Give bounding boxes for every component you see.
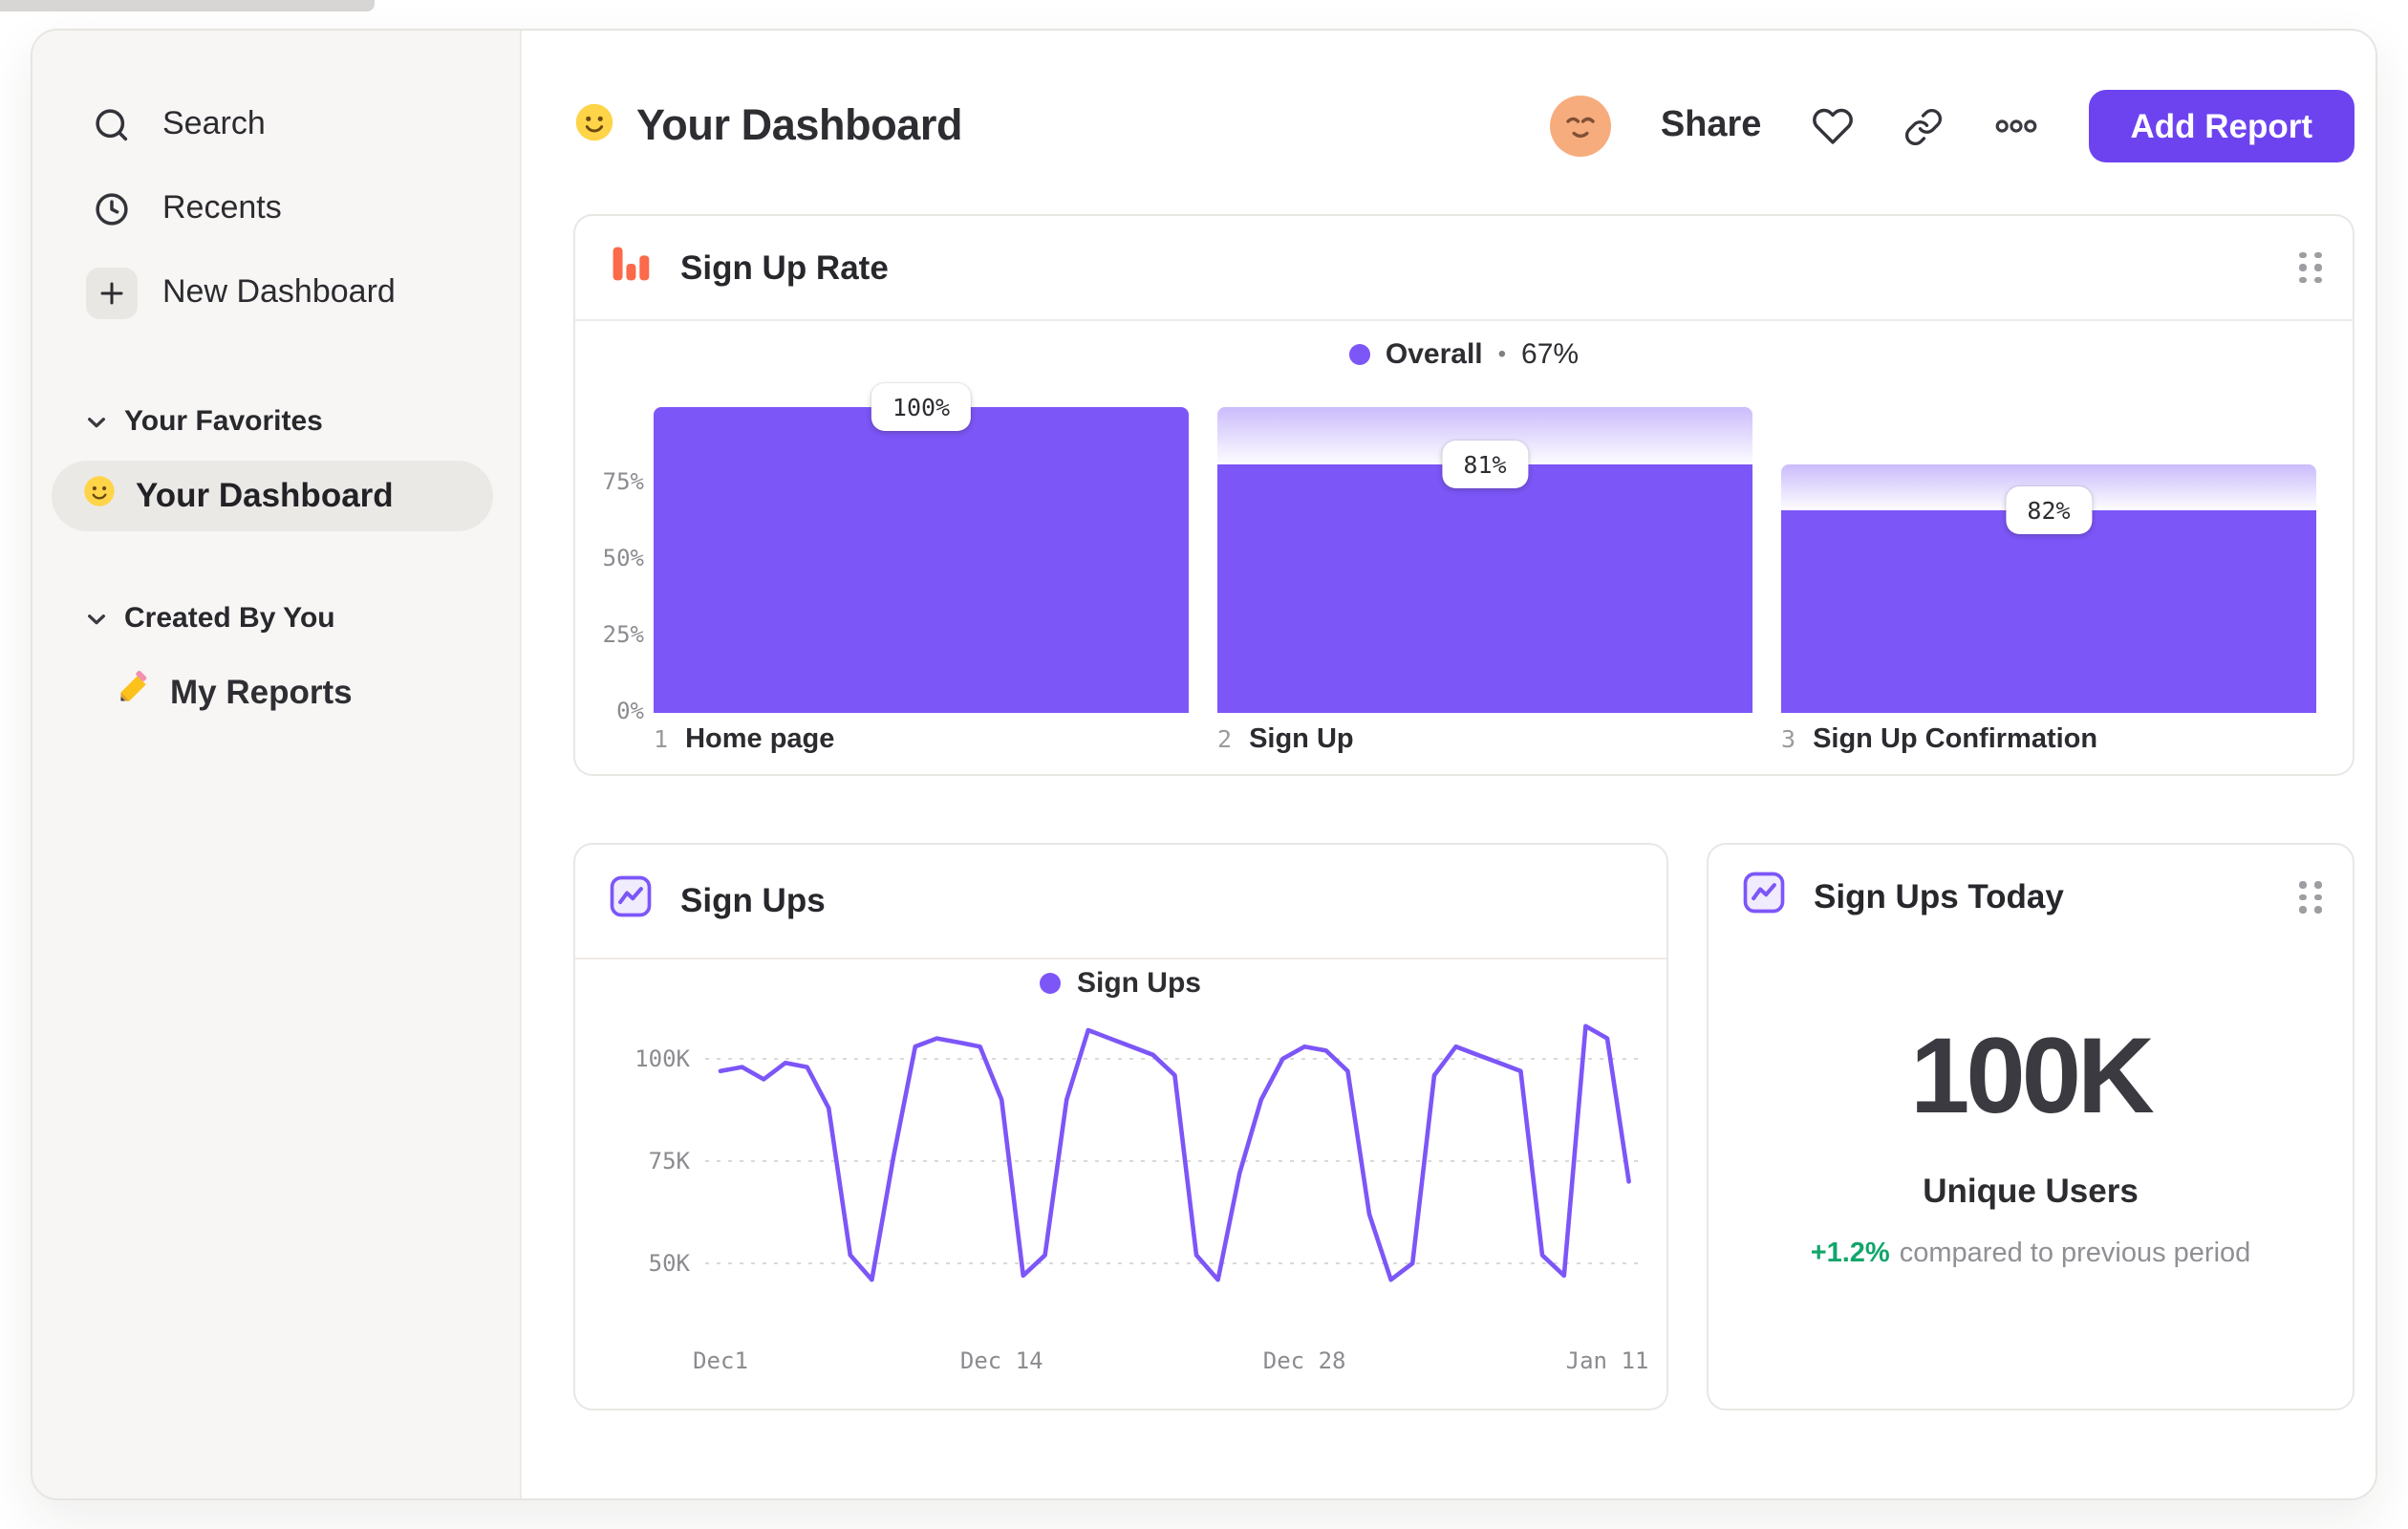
section-title: Your Favorites [124, 404, 323, 437]
sidebar-item-label: Your Dashboard [136, 476, 394, 514]
funnel-bar[interactable] [654, 407, 1189, 713]
funnel-bar[interactable] [1781, 509, 2316, 713]
funnel-chart: 75% 50% 25% 0% 100% 1 Home page 81% 2 Sign Up 82% 3… [575, 383, 2353, 774]
funnel-y-tick: 0% [616, 698, 644, 724]
x-axis-tick: Jan 11 [1566, 1347, 1649, 1374]
line-chart-icon [1739, 868, 1789, 927]
y-axis-tick: 75K [649, 1148, 691, 1174]
drag-handle-icon[interactable] [2299, 881, 2322, 914]
share-button[interactable]: Share [1661, 105, 1762, 147]
funnel-step-index: 1 [654, 724, 669, 753]
sidebar-item-your-dashboard[interactable]: Your Dashboard [52, 461, 493, 531]
y-axis-tick: 50K [649, 1250, 691, 1277]
legend-dot [1348, 343, 1370, 364]
funnel-step-name: Sign Up Confirmation [1813, 724, 2098, 755]
funnel-step-name: Sign Up [1249, 724, 1354, 755]
plus-icon [86, 267, 138, 318]
funnel-step-index: 3 [1781, 724, 1796, 753]
funnel-step-name: Home page [685, 724, 835, 755]
sidebar-item-label: Recents [162, 189, 282, 226]
x-axis-tick: Dec 28 [1263, 1347, 1346, 1374]
funnel-value-tag: 82% [2006, 485, 2092, 534]
delta-row: +1.2% compared to previous period [1709, 1238, 2353, 1269]
card-title: Sign Ups [680, 881, 826, 919]
funnel-category-label: 3 Sign Up Confirmation [1781, 724, 2097, 755]
sidebar-item-new-dashboard[interactable]: New Dashboard [32, 250, 520, 334]
chevron-down-icon [86, 601, 107, 634]
sign-ups-card: Sign Ups Sign Ups 100K 75K 50K Dec1 Dec 14 De… [573, 843, 1668, 1411]
x-axis-tick: Dec1 [693, 1347, 748, 1374]
window-edge-artifact [0, 0, 375, 11]
add-report-button[interactable]: Add Report [2088, 90, 2354, 162]
plus-icon-wrap [86, 267, 138, 318]
funnel-bar[interactable] [1217, 464, 1752, 713]
chevron-down-icon [86, 404, 107, 437]
funnel-category-label: 1 Home page [654, 724, 834, 755]
sidebar-item-label: New Dashboard [162, 273, 396, 310]
funnel-report-icon [606, 238, 656, 297]
more-options-icon[interactable] [1992, 103, 2038, 149]
funnel-value-tag: 100% [871, 383, 972, 431]
sidebar-item-recents[interactable]: Recents [32, 166, 520, 250]
legend-dot [1040, 973, 1062, 994]
big-number-label: Unique Users [1923, 1172, 2139, 1210]
favorite-heart-icon[interactable] [1811, 105, 1853, 147]
legend-value: 67% [1521, 337, 1580, 370]
sidebar-section-your-favorites[interactable]: Your Favorites [32, 398, 520, 443]
pencil-icon [117, 669, 151, 714]
funnel-step-index: 2 [1217, 724, 1233, 753]
legend-label: Overall [1385, 337, 1483, 370]
sidebar: Search Recents New Dashboard Your Favori… [32, 31, 522, 1498]
smiley-icon [82, 474, 117, 518]
y-axis-tick: 100K [634, 1045, 690, 1072]
app-window: Search Recents New Dashboard Your Favori… [31, 29, 2377, 1500]
delta-description: compared to previous period [1899, 1238, 2251, 1269]
sign-ups-today-card: Sign Ups Today 100K Unique Users +1.2% co… [1707, 843, 2354, 1411]
card-header: Sign Ups [575, 845, 1666, 959]
line-legend: Sign Ups [575, 959, 1666, 1007]
card-title: Sign Ups Today [1814, 877, 2064, 915]
funnel-y-tick: 25% [602, 621, 644, 648]
legend-separator: • [1497, 340, 1507, 367]
page-header: Your Dashboard Share Add Report [573, 90, 2354, 162]
sidebar-item-my-reports[interactable]: My Reports [32, 663, 520, 721]
sidebar-item-search[interactable]: Search [32, 82, 520, 166]
sign-up-rate-card: Sign Up Rate Overall • 67% 75% 50% 25% 0% 10… [573, 214, 2354, 776]
card-title: Sign Up Rate [680, 248, 889, 286]
funnel-legend: Overall • 67% [575, 321, 2353, 386]
sign-ups-series-line [718, 1023, 1631, 1282]
section-title: Created By You [124, 601, 335, 634]
sign-ups-line-chart: 100K 75K 50K Dec1 Dec 14 Dec 28 Jan 11 [634, 1023, 1649, 1374]
card-header: Sign Ups Today [1709, 845, 2353, 950]
legend-label: Sign Ups [1076, 967, 1201, 1000]
sidebar-section-created-by-you[interactable]: Created By You [32, 594, 520, 640]
page-title: Your Dashboard [636, 101, 963, 149]
sidebar-item-label: My Reports [170, 672, 353, 710]
copy-link-icon[interactable] [1903, 106, 1943, 146]
delta-value: +1.2% [1810, 1238, 1890, 1269]
line-chart-icon [606, 872, 656, 931]
search-icon [86, 104, 138, 144]
x-axis-tick: Dec 14 [960, 1347, 1043, 1374]
funnel-category-label: 2 Sign Up [1217, 724, 1354, 755]
sidebar-item-label: Search [162, 105, 266, 141]
funnel-value-tag: 81% [1442, 441, 1528, 489]
clock-icon [86, 188, 138, 228]
funnel-y-tick: 75% [602, 468, 644, 495]
card-header: Sign Up Rate [575, 216, 2353, 321]
funnel-y-tick: 50% [602, 545, 644, 571]
avatar[interactable] [1549, 96, 1611, 157]
drag-handle-icon[interactable] [2299, 251, 2322, 284]
big-number-value: 100K [1910, 1015, 2155, 1135]
screen: Search Recents New Dashboard Your Favori… [0, 0, 2408, 1529]
smiley-icon [573, 100, 615, 152]
main-content: Your Dashboard Share Add Report Sign Up … [522, 31, 2376, 1498]
